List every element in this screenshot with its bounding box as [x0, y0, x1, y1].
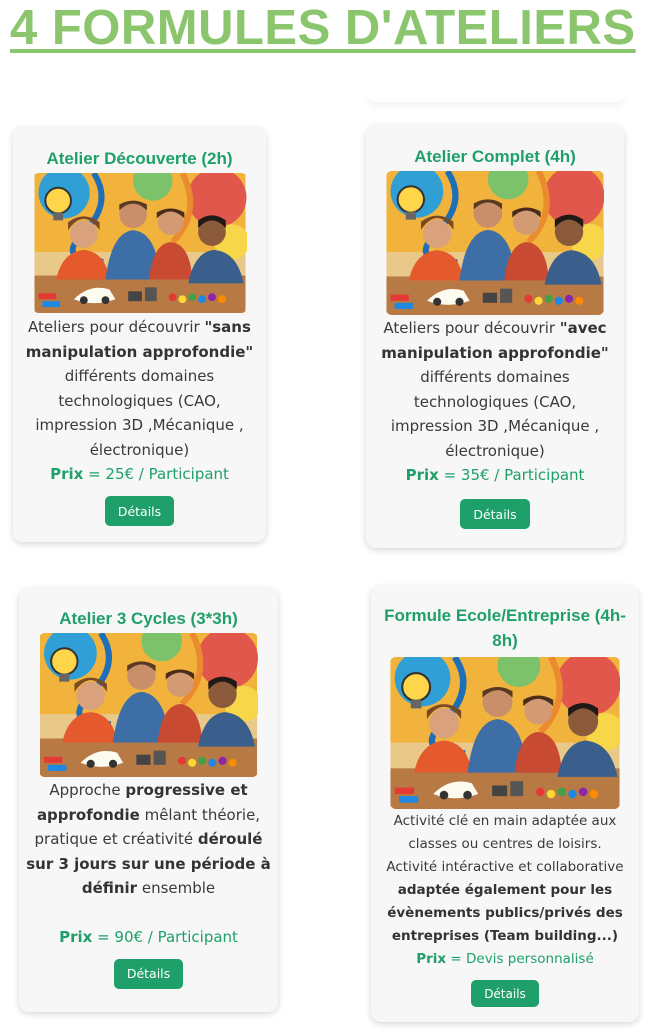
- details-button[interactable]: Détails: [460, 499, 530, 529]
- page-title: 4 FORMULES D'ATELIERS: [10, 1, 636, 55]
- card-atelier-3-cycles: Atelier 3 Cycles (3*3h) Approche progres…: [19, 588, 278, 1012]
- price-text: Prix = Devis personnalisé: [416, 951, 594, 967]
- card-formule-ecole-entreprise: Formule Ecole/Entreprise (4h- 8h) Activi…: [371, 586, 639, 1022]
- price-text: Prix = 90€ / Participant: [59, 927, 238, 946]
- card-title: Formule Ecole/Entreprise (4h- 8h): [384, 606, 626, 650]
- workshop-photo-icon: [386, 171, 604, 315]
- card-description: Ateliers pour découvrir "sans manipulati…: [25, 318, 254, 459]
- card-title: Atelier Complet (4h): [414, 147, 576, 166]
- card-atelier-complet: Atelier Complet (4h) Ateliers pour décou…: [366, 125, 624, 548]
- workshop-photo-icon: [390, 657, 620, 809]
- card-title: Atelier 3 Cycles (3*3h): [59, 609, 238, 628]
- card-description: Activité clé en main adaptée aux classes…: [386, 813, 624, 944]
- details-button[interactable]: Détails: [104, 496, 175, 526]
- section-divider: [368, 88, 624, 102]
- price-text: Prix = 25€ / Participant: [50, 465, 229, 483]
- card-title: Atelier Découverte (2h): [46, 149, 233, 168]
- card-atelier-decouverte: Atelier Découverte (2h) Ateliers pour dé…: [13, 127, 266, 542]
- details-button[interactable]: Détails: [471, 980, 539, 1007]
- card-description: Ateliers pour découvrir "avec manipulati…: [381, 319, 609, 460]
- details-button[interactable]: Détails: [113, 958, 184, 989]
- workshop-photo-icon: [33, 173, 247, 313]
- workshop-photo-icon: [39, 633, 258, 777]
- card-description: Approche progressive et approfondie mêla…: [26, 781, 271, 897]
- price-text: Prix = 35€ / Participant: [405, 466, 585, 484]
